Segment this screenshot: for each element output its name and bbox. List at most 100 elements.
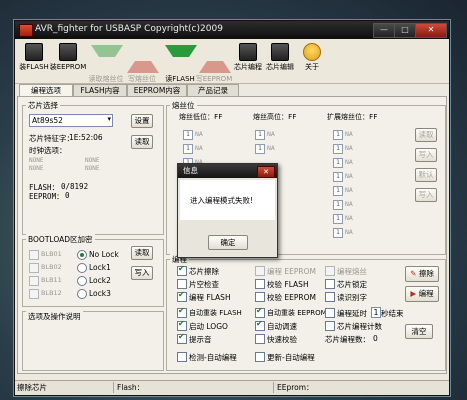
update-auto-program-checkbox[interactable] — [255, 352, 265, 362]
fuse-ext-bit-6[interactable]: 1 — [333, 200, 343, 210]
fuse-write-button-2[interactable]: 写入 — [415, 188, 437, 202]
bootload-write-button[interactable]: 写入 — [131, 266, 153, 280]
about-button[interactable]: 关于 — [297, 41, 327, 79]
fuse-ext-bit-2[interactable]: 1 — [333, 144, 343, 154]
write-fuse-button[interactable]: 写熔丝位 — [127, 41, 159, 83]
chip-erase-checkbox[interactable] — [177, 264, 187, 276]
fuse-low-bit-2[interactable]: 1 — [183, 144, 193, 154]
chip-lock-checkbox[interactable] — [325, 279, 335, 289]
lock2-label: Lock2 — [89, 276, 111, 285]
blank-check-checkbox[interactable] — [177, 279, 187, 289]
signature-read-button[interactable]: 读取 — [131, 135, 153, 149]
erase-button[interactable]: ✎ 擦除 — [405, 266, 439, 282]
program-count-checkbox[interactable] — [325, 321, 335, 331]
fuse-ext-bit-5[interactable]: 1 — [333, 186, 343, 196]
program-count-value: 0 — [373, 334, 378, 343]
no-lock-radio[interactable] — [77, 250, 87, 260]
lock1-radio[interactable] — [77, 263, 87, 273]
program-delay-value[interactable]: 1 — [371, 307, 381, 318]
blb01-checkbox[interactable] — [29, 250, 39, 260]
about-icon — [303, 43, 321, 61]
write-eeprom-button[interactable]: 写EEPROM — [196, 41, 232, 83]
fast-verify-label: 快速校验 — [267, 335, 297, 344]
bootload-read-button[interactable]: 读取 — [131, 246, 153, 260]
program-eeprom-label: 编程 EEPROM — [267, 267, 316, 276]
fuse-low-bit-1[interactable]: 1 — [183, 130, 193, 140]
auto-reload-eeprom-checkbox[interactable] — [255, 306, 265, 318]
load-eeprom-button[interactable]: 装EEPROM — [50, 41, 86, 79]
program-fuse-checkbox[interactable] — [325, 266, 335, 276]
startup-logo-checkbox[interactable] — [177, 319, 187, 331]
dialog-ok-button[interactable]: 确定 — [208, 235, 248, 250]
minimize-button[interactable]: — — [373, 23, 395, 38]
fast-verify-checkbox[interactable] — [255, 334, 265, 344]
edit-chip-button[interactable]: 芯片编辑 — [265, 41, 295, 79]
program-flash-checkbox[interactable] — [177, 290, 187, 302]
fuse-ext-bit-2-label: NA — [345, 144, 353, 152]
fuse-high-bit-1[interactable]: 1 — [255, 130, 265, 140]
verify-eeprom-checkbox[interactable] — [255, 292, 265, 302]
read-id-label: 读识别字 — [337, 293, 367, 302]
beep-checkbox[interactable] — [177, 332, 187, 344]
close-button[interactable]: ✕ — [415, 23, 447, 38]
blb02-label: BLB02 — [41, 263, 62, 271]
fuse-ext-bit-4[interactable]: 1 — [333, 172, 343, 182]
tab-product-records[interactable]: 产品记录 — [187, 84, 239, 96]
read-flash-label: 读FLASH — [165, 75, 195, 83]
program-delay-label: 编程延时 — [337, 309, 367, 318]
tab-flash-content[interactable]: FLASH内容 — [73, 84, 127, 96]
bootload-title: BOOTLOAD区加密 — [26, 234, 95, 245]
verify-flash-checkbox[interactable] — [255, 279, 265, 289]
write-fuse-label: 写熔丝位 — [128, 75, 156, 83]
fuse-ext-bit-8-label: NA — [345, 228, 353, 236]
load-flash-button[interactable]: 装FLASH — [19, 41, 49, 79]
lock2-radio[interactable] — [77, 276, 87, 286]
program-eeprom-checkbox[interactable] — [255, 266, 265, 276]
chip-select-dropdown[interactable]: At89s52 ▾ — [29, 114, 113, 127]
read-fuse-button[interactable]: 读取熔丝位 — [89, 41, 124, 83]
fuse-low-bit-2-label: NA — [195, 144, 203, 152]
auto-speed-checkbox[interactable] — [255, 319, 265, 331]
program-delay-unit: 秒结束 — [381, 309, 404, 318]
program-fuse-label: 编程熔丝 — [337, 267, 367, 276]
dialog-close-button[interactable]: ✕ — [257, 166, 275, 178]
about-label: 关于 — [305, 63, 319, 71]
fuse-high-bit-2-label: NA — [267, 144, 275, 152]
program-button[interactable]: ▶ 编程 — [405, 286, 439, 302]
read-flash-button[interactable]: 读FLASH — [165, 41, 197, 83]
fuse-write-button[interactable]: 写入 — [415, 148, 437, 162]
clock-value-4: NONE — [85, 165, 100, 172]
fuse-high-bit-2[interactable]: 1 — [255, 144, 265, 154]
options-description-title: 选项及操作说明 — [26, 311, 83, 322]
auto-speed-label: 自动调速 — [267, 322, 297, 331]
fuse-ext-bit-7-label: NA — [345, 214, 353, 222]
tab-eeprom-content[interactable]: EEPROM内容 — [127, 84, 187, 96]
verify-eeprom-label: 校验 EEPROM — [267, 293, 316, 302]
blb01-label: BLB01 — [41, 250, 62, 258]
lock3-radio[interactable] — [77, 289, 87, 299]
program-group: 编程 芯片擦除 编程 EEPROM 编程熔丝 片空检查 校验 FLASH 芯片锁… — [166, 254, 446, 371]
fuse-ext-bit-8[interactable]: 1 — [333, 228, 343, 238]
fuse-default-button[interactable]: 默认 — [415, 168, 437, 182]
fuse-ext-bit-7[interactable]: 1 — [333, 214, 343, 224]
maximize-button[interactable]: □ — [394, 23, 416, 38]
beep-label: 提示音 — [189, 335, 212, 344]
fuse-ext-bit-1[interactable]: 1 — [333, 130, 343, 140]
fuse-ext-bit-3[interactable]: 1 — [333, 158, 343, 168]
fuse-ext-bit-5-label: NA — [345, 186, 353, 194]
program-delay-checkbox[interactable] — [325, 308, 335, 318]
blb12-checkbox[interactable] — [29, 289, 39, 299]
title-bar[interactable]: AVR_fighter for USBASP Copyright(c)2009 … — [15, 21, 449, 39]
tab-bar: 编程选项 FLASH内容 EEPROM内容 产品记录 — [17, 84, 447, 97]
chip-set-button[interactable]: 设置 — [131, 114, 153, 128]
signature-value: 1E:52:06 — [69, 133, 103, 142]
detect-auto-program-checkbox[interactable] — [177, 352, 187, 362]
blb02-checkbox[interactable] — [29, 263, 39, 273]
program-chip-button[interactable]: 芯片编程 — [233, 41, 263, 79]
fuse-low-label: 熔丝低位：FF — [179, 113, 223, 121]
fuse-read-button[interactable]: 读取 — [415, 128, 437, 142]
blb11-checkbox[interactable] — [29, 276, 39, 286]
clear-button[interactable]: 清空 — [405, 324, 433, 339]
auto-reload-flash-checkbox[interactable] — [177, 306, 187, 318]
read-id-checkbox[interactable] — [325, 292, 335, 302]
